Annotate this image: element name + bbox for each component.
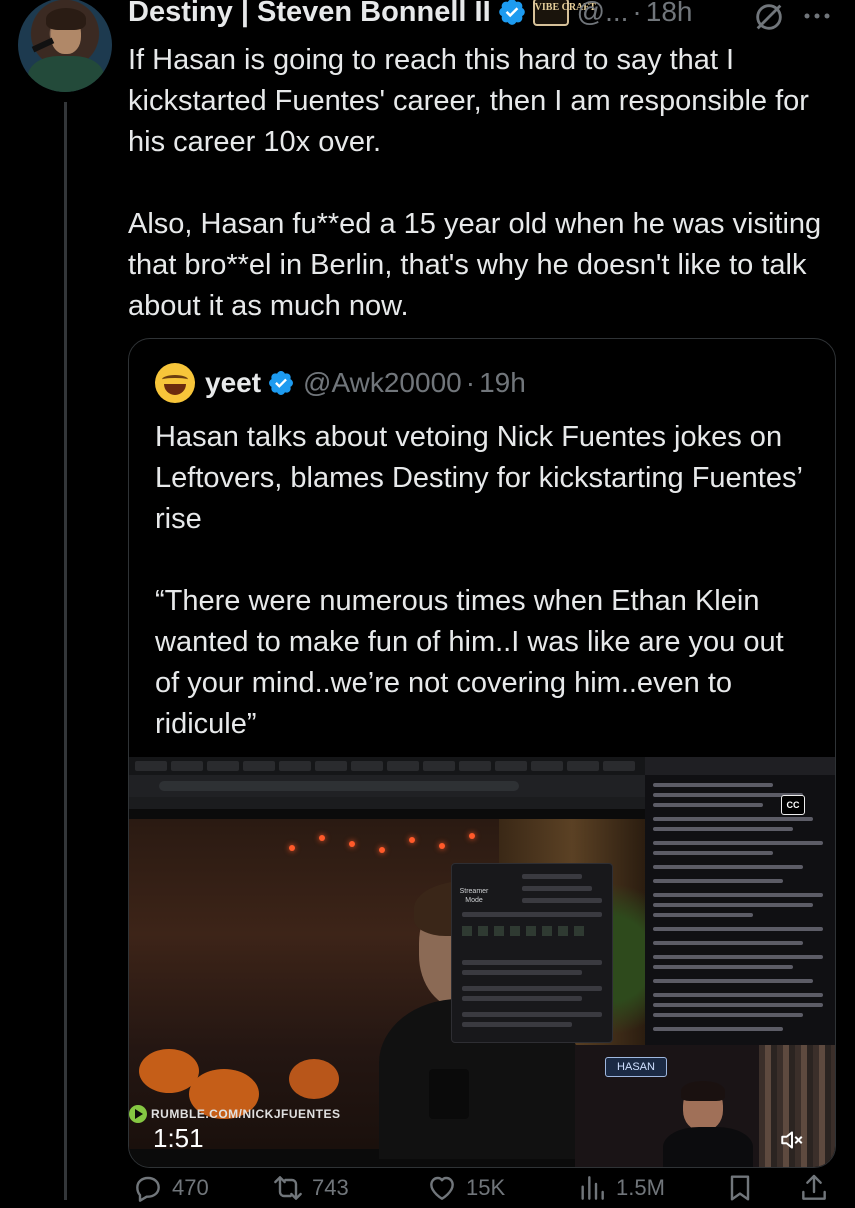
tweet-text: If Hasan is going to reach this hard to …: [128, 40, 843, 327]
header-separator: ·: [632, 0, 642, 27]
view-count: 1.5M: [616, 1175, 665, 1200]
video-watermark: RUMBLE.COM/NICKJFUENTES: [129, 1105, 341, 1123]
quote-time[interactable]: 19h: [479, 367, 526, 399]
quote-author-name[interactable]: yeet: [205, 367, 261, 399]
video-player[interactable]: Streamer Mode CC HASAN RUMBLE.COM/NICKJF…: [129, 757, 835, 1167]
verified-badge-icon: [498, 0, 525, 25]
video-duration: 1:51: [153, 1123, 204, 1153]
quote-separator: ·: [465, 367, 476, 398]
repost-icon: [274, 1176, 302, 1200]
more-options-icon[interactable]: [800, 6, 834, 26]
captions-button[interactable]: CC: [781, 795, 805, 815]
verified-badge-icon: [269, 371, 294, 395]
analytics-icon: [581, 1176, 604, 1200]
quote-text: Hasan talks about vetoing Nick Fuentes j…: [155, 417, 815, 745]
rumble-logo-icon: [129, 1105, 147, 1123]
reply-count: 470: [172, 1175, 209, 1200]
quote-header: yeet @Awk20000 · 19h: [155, 363, 526, 403]
author-name[interactable]: Destiny | Steven Bonnell II: [128, 0, 491, 29]
chat-panel: [645, 757, 835, 1045]
streamer-mode-label: Streamer Mode: [459, 888, 489, 904]
thread-line: [64, 102, 67, 1200]
author-avatar[interactable]: [18, 0, 112, 92]
grok-icon[interactable]: [752, 0, 786, 34]
tweet-paragraph: Also, Hasan fu**ed a 15 year old when he…: [128, 208, 822, 322]
reply-icon: [136, 1176, 160, 1202]
like-count: 15K: [466, 1175, 506, 1200]
repost-button[interactable]: 743: [272, 1172, 349, 1204]
bookmark-button[interactable]: [724, 1172, 764, 1204]
tweet-header: Destiny | Steven Bonnell II VIBE CRAFT @…: [128, 0, 692, 32]
mute-icon[interactable]: [779, 1127, 805, 1153]
author-handle[interactable]: @...: [577, 0, 629, 28]
quote-author-handle[interactable]: @Awk20000: [303, 367, 462, 399]
like-button[interactable]: 15K: [426, 1172, 505, 1204]
quote-paragraph: Hasan talks about vetoing Nick Fuentes j…: [155, 421, 802, 535]
webcam-name-label: HASAN: [605, 1057, 667, 1077]
tweet-actions: 470 743 15K 1.5M: [128, 1168, 843, 1208]
repost-count: 743: [312, 1175, 349, 1200]
reply-button[interactable]: 470: [132, 1172, 209, 1204]
views-button[interactable]: 1.5M: [576, 1172, 665, 1204]
affiliate-badge[interactable]: VIBE CRAFT: [532, 0, 596, 26]
watermark-text: RUMBLE.COM/NICKJFUENTES: [151, 1107, 341, 1121]
quote-paragraph: “There were numerous times when Ethan Kl…: [155, 585, 784, 740]
share-button[interactable]: [798, 1172, 838, 1204]
tweet-paragraph: If Hasan is going to reach this hard to …: [128, 44, 809, 158]
heart-icon: [430, 1176, 454, 1200]
tweet-time[interactable]: 18h: [646, 0, 693, 28]
bookmark-icon: [730, 1175, 750, 1201]
quoted-tweet[interactable]: yeet @Awk20000 · 19h Hasan talks about v…: [128, 338, 836, 1168]
share-icon: [802, 1174, 826, 1200]
quote-avatar[interactable]: [155, 363, 195, 403]
video-browser-chrome: [129, 757, 645, 809]
